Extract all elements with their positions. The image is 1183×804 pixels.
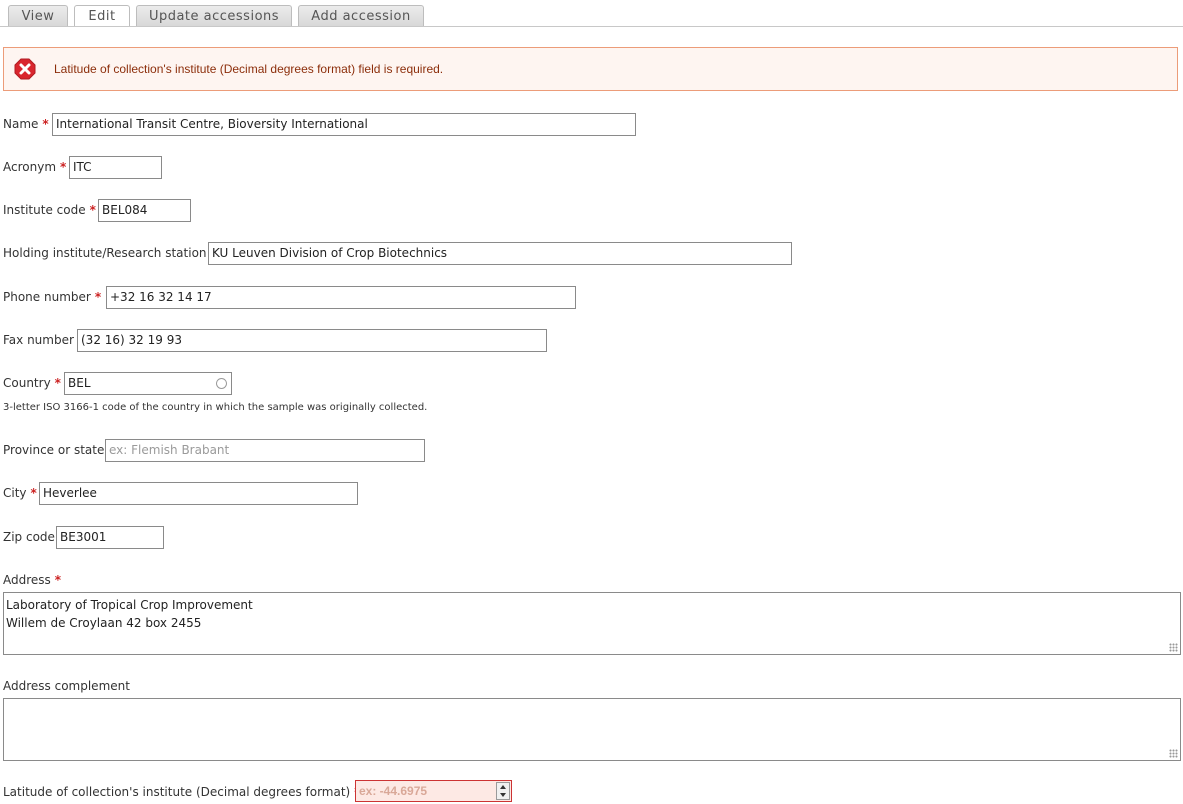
country-label: Country *: [3, 376, 61, 390]
province-placeholder: ex: Flemish Brabant: [109, 443, 230, 457]
address-complement-label: Address complement: [3, 679, 130, 693]
address-label: Address *: [3, 573, 62, 587]
city-label: City *: [3, 486, 37, 500]
fax-label: Fax number: [3, 333, 74, 347]
error-icon: [14, 58, 36, 80]
tab-edit[interactable]: Edit: [74, 5, 130, 27]
error-message-box: Latitude of collection's institute (Deci…: [3, 47, 1178, 91]
spinner-down-icon[interactable]: [500, 793, 506, 797]
required-marker: *: [30, 486, 37, 500]
resize-grip-icon[interactable]: [1169, 643, 1178, 652]
institute-code-label: Institute code *: [3, 203, 96, 217]
name-input[interactable]: International Transit Centre, Bioversity…: [52, 113, 636, 136]
province-input[interactable]: ex: Flemish Brabant: [105, 439, 425, 462]
name-label: Name *: [3, 117, 49, 131]
tab-add-accession[interactable]: Add accession: [298, 5, 424, 26]
acronym-label: Acronym *: [3, 160, 67, 174]
zip-label: Zip code: [3, 530, 55, 544]
required-marker: *: [42, 117, 49, 131]
required-marker: *: [54, 573, 62, 587]
autocomplete-throbber-icon: [216, 378, 227, 389]
province-label: Province or state: [3, 443, 105, 457]
resize-grip-icon[interactable]: [1169, 749, 1178, 758]
latitude-input[interactable]: ex: -44.6975: [355, 780, 512, 802]
tab-view[interactable]: View: [8, 5, 68, 26]
country-description: 3-letter ISO 3166-1 code of the country …: [3, 402, 428, 413]
latitude-placeholder: ex: -44.6975: [359, 784, 428, 798]
fax-input[interactable]: (32 16) 32 19 93: [77, 329, 547, 352]
institute-code-input[interactable]: BEL084: [98, 199, 191, 222]
country-value: BEL: [68, 376, 91, 390]
address-complement-textarea[interactable]: [3, 698, 1181, 761]
required-marker: *: [54, 376, 61, 390]
phone-input[interactable]: +32 16 32 14 17: [106, 286, 576, 309]
spinner-up-icon[interactable]: [500, 785, 506, 789]
address-line-1: Laboratory of Tropical Crop Improvement: [6, 598, 253, 612]
phone-label: Phone number *: [3, 290, 102, 304]
holding-institute-label: Holding institute/Research station: [3, 246, 207, 260]
zip-input[interactable]: BE3001: [56, 526, 164, 549]
tab-update-accessions[interactable]: Update accessions: [136, 5, 292, 26]
country-autocomplete-input[interactable]: BEL: [64, 372, 232, 395]
address-line-2: Willem de Croylaan 42 box 2455: [6, 616, 202, 630]
address-textarea[interactable]: Laboratory of Tropical Crop Improvement …: [3, 592, 1181, 655]
number-spinner[interactable]: [496, 782, 510, 800]
tab-bar: View Edit Update accessions Add accessio…: [0, 0, 1183, 28]
city-input[interactable]: Heverlee: [39, 482, 358, 505]
required-marker: *: [89, 203, 96, 217]
tabs-divider: [0, 26, 1183, 27]
latitude-label: Latitude of collection's institute (Deci…: [3, 785, 361, 799]
holding-institute-input[interactable]: KU Leuven Division of Crop Biotechnics: [208, 242, 792, 265]
acronym-input[interactable]: ITC: [69, 156, 162, 179]
required-marker: *: [60, 160, 67, 174]
error-message-text: Latitude of collection's institute (Deci…: [54, 62, 444, 76]
required-marker: *: [94, 290, 102, 304]
